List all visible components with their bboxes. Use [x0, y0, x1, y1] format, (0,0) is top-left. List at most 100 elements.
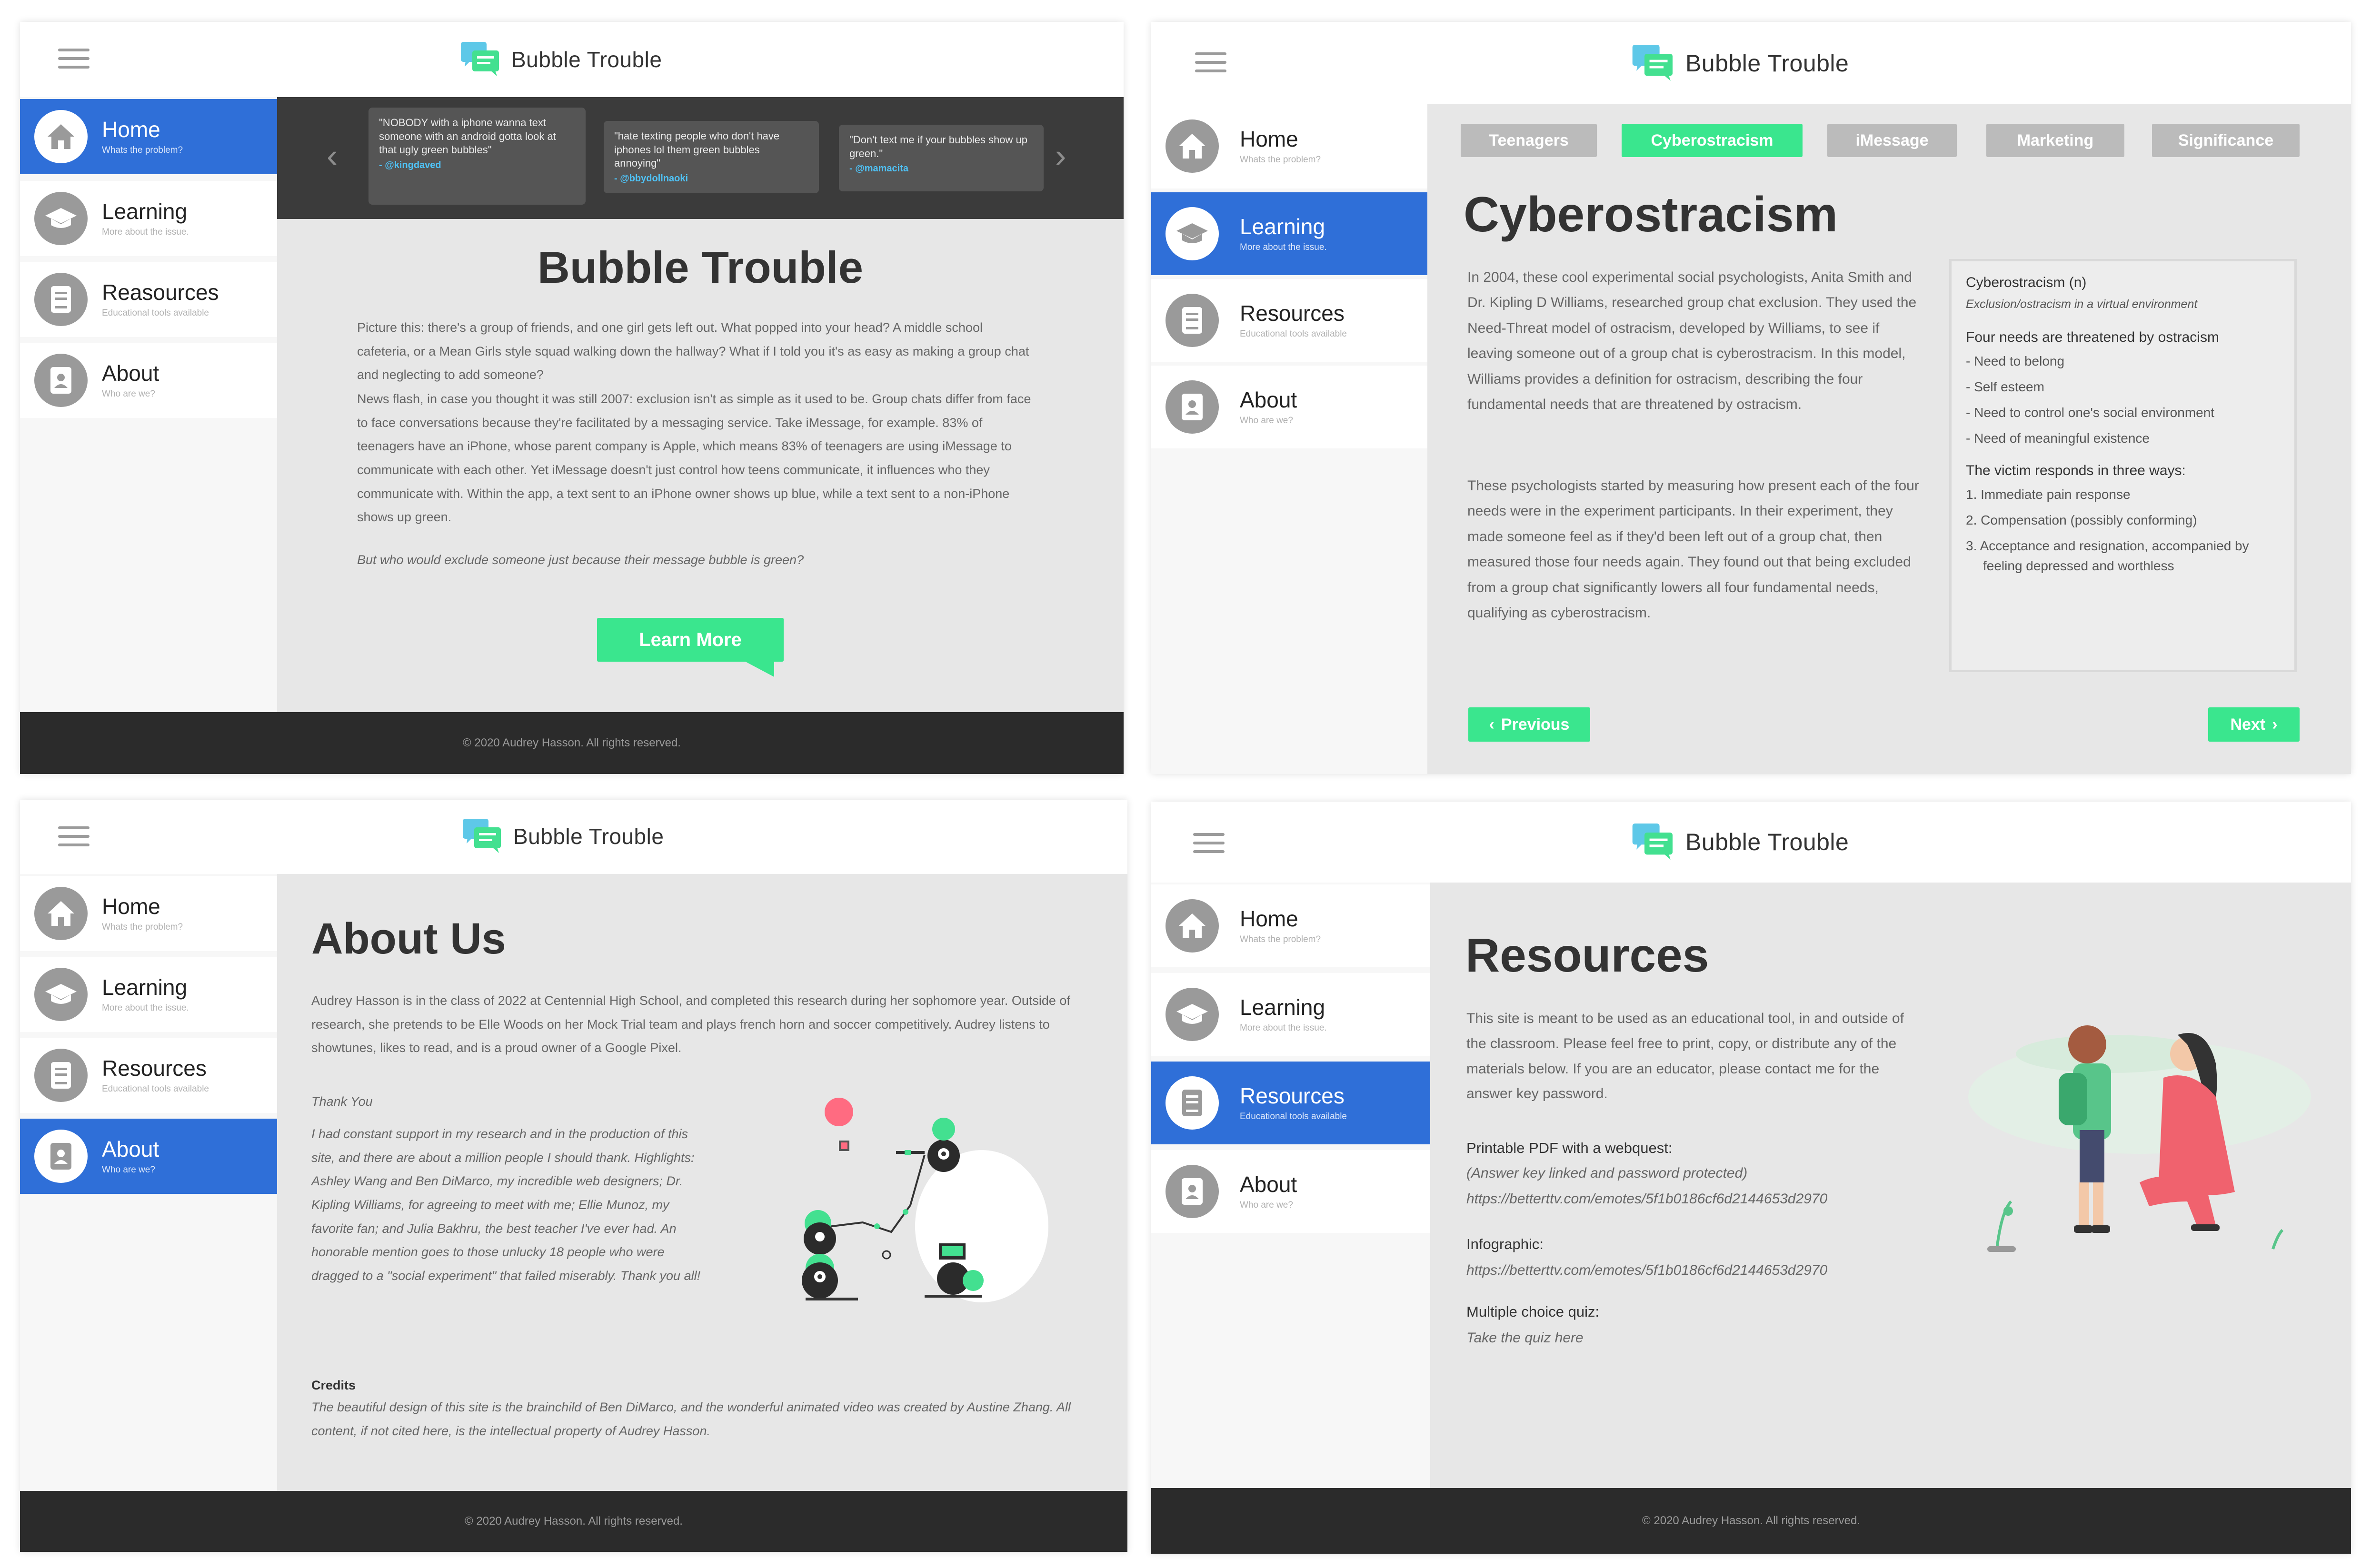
brand[interactable]: Bubble Trouble [1632, 45, 1849, 82]
quote-author: - @kingdaved [379, 159, 441, 170]
nav-item-learning[interactable]: Learning More about the issue. [20, 181, 277, 256]
graduation-cap-icon [34, 968, 88, 1021]
book-icon [34, 273, 88, 326]
next-label: Next [2230, 715, 2266, 734]
footer-text: © 2020 Audrey Hasson. All rights reserve… [1642, 1514, 1860, 1527]
nav-label: Reasources [102, 279, 219, 305]
tab-imessage[interactable]: iMessage [1827, 124, 1957, 157]
brand-title: Bubble Trouble [513, 824, 664, 849]
question-paragraph: But who would exclude someone just becau… [357, 553, 804, 567]
nav-sub: Whats the problem? [1240, 934, 1321, 945]
tab-label: Teenagers [1489, 131, 1569, 149]
nav-item-home[interactable]: Home Whats the problem? [1151, 884, 1430, 967]
home-icon [1166, 899, 1219, 953]
tab-label: Cyberostracism [1651, 131, 1773, 149]
graduation-cap-icon [1166, 207, 1219, 260]
list-item: 1. Immediate pain response [1966, 487, 2131, 502]
book-icon [34, 1049, 88, 1102]
footer: © 2020 Audrey Hasson. All rights reserve… [20, 1491, 1127, 1552]
nav-item-about[interactable]: About Who are we? [1151, 366, 1427, 448]
nav-label: About [1240, 1171, 1297, 1197]
nav-sub: Who are we? [102, 1165, 155, 1175]
pdf-note: (Answer key linked and password protecte… [1466, 1165, 1748, 1181]
definition-term: Cyberostracism [1966, 275, 2065, 290]
nav-sub: Educational tools available [1240, 329, 1347, 339]
brand[interactable]: Bubble Trouble [463, 819, 664, 854]
needs-heading: Four needs are threatened by ostracism [1966, 329, 2219, 345]
thanks-paragraph: I had constant support in my research an… [311, 1127, 701, 1283]
chevron-left-icon[interactable]: ‹ [327, 139, 338, 172]
main-content: ‹ "NOBODY with a iphone wanna text someo… [277, 97, 1124, 712]
nav-item-resources[interactable]: Reasources Educational tools available [20, 262, 277, 337]
chat-bubbles-icon [461, 42, 499, 76]
news-paragraph: News flash, in case you thought it was s… [357, 392, 1031, 525]
book-icon [1166, 294, 1219, 347]
previous-label: Previous [1501, 715, 1570, 734]
nav-sub: More about the issue. [1240, 1023, 1327, 1033]
tab-marketing[interactable]: Marketing [1986, 124, 2124, 157]
study-paragraph: In 2004, these cool experimental social … [1467, 269, 1917, 412]
sidebar: Home Whats the problem? Learning More abou… [1151, 104, 1427, 774]
infographic-link[interactable]: https://betterttv.com/emotes/5f1b0186cf6… [1466, 1262, 1827, 1279]
contact-card-icon [1166, 380, 1219, 434]
brand-title: Bubble Trouble [511, 47, 662, 72]
book-icon [1166, 1076, 1219, 1130]
nav-sub: Who are we? [1240, 1200, 1293, 1211]
sidebar: Home Whats the problem? Learning More abou… [1151, 883, 1430, 1488]
chevron-right-icon[interactable]: › [1055, 139, 1066, 172]
nav-item-about[interactable]: About Who are we? [1151, 1150, 1430, 1233]
nav-item-about[interactable]: About Who are we? [20, 1119, 277, 1194]
quote-text: "Don't text me if your bubbles show up g… [849, 134, 1027, 159]
nav-label: About [102, 1136, 159, 1161]
nav-sub: Who are we? [1240, 416, 1293, 426]
menu-icon[interactable] [1193, 833, 1225, 853]
brand-title: Bubble Trouble [1685, 829, 1849, 855]
nav-item-about[interactable]: About Who are we? [20, 343, 277, 418]
previous-button[interactable]: ‹ Previous [1468, 707, 1590, 742]
monsters-illustration [802, 1098, 1048, 1302]
nav-item-home[interactable]: Home Whats the problem? [20, 876, 277, 951]
brand[interactable]: Bubble Trouble [461, 42, 662, 77]
list-item: - Need to belong [1966, 354, 2065, 368]
definition-meaning: Exclusion/ostracism in a virtual environ… [1966, 298, 2198, 311]
quote-text: "NOBODY with a iphone wanna text someone… [379, 117, 556, 156]
home-icon [1166, 119, 1219, 173]
tab-label: iMessage [1855, 131, 1929, 149]
menu-icon[interactable] [1195, 52, 1226, 72]
nav-label: Learning [102, 974, 188, 1000]
nav-item-home[interactable]: Home Whats the problem? [20, 99, 277, 174]
nav-sub: Educational tools available [102, 1084, 209, 1094]
next-button[interactable]: Next › [2208, 707, 2300, 742]
page-title: Resources [1465, 929, 1709, 982]
chat-bubbles-icon [463, 819, 501, 853]
nav-label: Home [102, 117, 160, 142]
nav-label: Resources [1240, 300, 1345, 326]
tab-teenagers[interactable]: Teenagers [1461, 124, 1597, 157]
speech-tail-icon [744, 661, 774, 677]
nav-item-resources[interactable]: Resources Educational tools available [20, 1038, 277, 1113]
nav-item-resources[interactable]: Resources Educational tools available [1151, 279, 1427, 362]
brand[interactable]: Bubble Trouble [1632, 824, 1849, 861]
nav-item-learning[interactable]: Learning More about the issue. [1151, 192, 1427, 275]
nav-item-learning[interactable]: Learning More about the issue. [1151, 973, 1430, 1056]
thanks-heading: Thank You [311, 1094, 373, 1109]
nav-label: Home [102, 893, 160, 919]
nav-item-resources[interactable]: Resources Educational tools available [1151, 1062, 1430, 1144]
nav-item-home[interactable]: Home Whats the problem? [1151, 104, 1427, 189]
menu-icon[interactable] [58, 826, 90, 846]
list-item: 2. Compensation (possibly conforming) [1966, 513, 2197, 527]
quote-author: - @mamacita [849, 163, 908, 174]
quiz-link[interactable]: Take the quiz here [1466, 1330, 1584, 1346]
pdf-link[interactable]: https://betterttv.com/emotes/5f1b0186cf6… [1466, 1191, 1827, 1207]
quote-card: "hate texting people who don't have ipho… [604, 121, 819, 193]
list-item: - Need of meaningful existence [1966, 431, 2150, 446]
tab-significance[interactable]: Significance [2152, 124, 2300, 157]
learn-more-button[interactable]: Learn More [597, 618, 784, 662]
nav-item-learning[interactable]: Learning More about the issue. [20, 957, 277, 1032]
main-content: Teenagers Cyberostracism iMessage Market… [1427, 104, 2351, 774]
nav-label: About [102, 360, 159, 386]
tab-cyberostracism[interactable]: Cyberostracism [1622, 124, 1803, 157]
nav-label: Resources [1240, 1083, 1345, 1108]
tab-label: Marketing [2017, 131, 2094, 149]
menu-icon[interactable] [58, 49, 90, 69]
